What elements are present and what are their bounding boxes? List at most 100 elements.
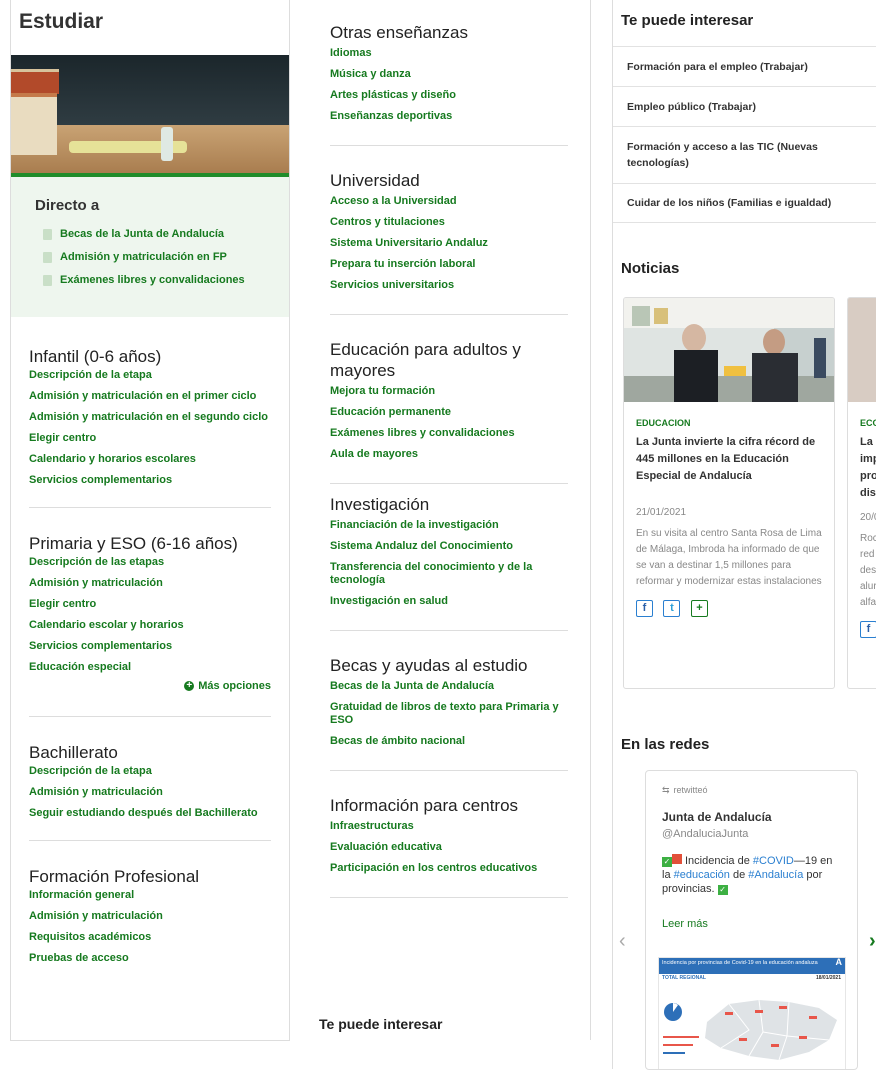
link[interactable]: Sistema Universitario Andaluz: [330, 237, 575, 250]
link[interactable]: Prepara tu inserción laboral: [330, 258, 575, 271]
tweet-image[interactable]: Incidencia por provincias de Covid-19 en…: [658, 957, 846, 1069]
link[interactable]: Admisión y matriculación: [29, 786, 271, 799]
section-heading: Información para centros: [330, 796, 519, 815]
section-heading: Infantil (0-6 años): [29, 347, 162, 366]
hashtag-link[interactable]: #educación: [674, 869, 730, 881]
section-infantil: Infantil (0-6 años) Descripción de la et…: [11, 347, 289, 487]
link[interactable]: Evaluación educativa: [330, 841, 575, 854]
junta-logo-icon: A: [835, 957, 843, 967]
link[interactable]: Sistema Andaluz del Conocimiento: [330, 540, 575, 553]
link[interactable]: Gratuidad de libros de texto para Primar…: [330, 701, 575, 727]
link[interactable]: Servicios complementarios: [29, 640, 271, 653]
news-date: 21/01/2021: [636, 507, 687, 518]
interesar-item[interactable]: Formación y acceso a las TIC (Nuevas tec…: [613, 126, 876, 183]
link[interactable]: Exámenes libres y convalidaciones: [330, 427, 575, 440]
link[interactable]: Becas de la Junta de Andalucía: [330, 680, 575, 693]
check-emoji-icon: ✓: [717, 885, 728, 895]
document-icon: [43, 251, 52, 263]
directo-link-becas[interactable]: Becas de la Junta de Andalucía: [43, 228, 289, 240]
directo-link-examenes[interactable]: Exámenes libres y convalidaciones: [43, 274, 289, 286]
link[interactable]: Transferencia del conocimiento y de la t…: [330, 561, 575, 587]
link[interactable]: Infraestructuras: [330, 820, 575, 833]
carousel-prev-arrow[interactable]: ‹: [619, 930, 626, 953]
school-emoji-icon: [672, 854, 682, 864]
more-topics-column: Otras enseñanzas Idiomas Música y danza …: [315, 0, 591, 1040]
news-title-line: imp: [860, 453, 876, 465]
link[interactable]: Admisión y matriculación: [29, 577, 271, 590]
link[interactable]: Enseñanzas deportivas: [330, 110, 575, 123]
facebook-share-icon[interactable]: f: [636, 600, 653, 617]
link[interactable]: Pruebas de acceso: [29, 952, 271, 965]
carousel-next-arrow[interactable]: ›: [869, 930, 876, 953]
tweet-author-name[interactable]: Junta de Andalucía: [662, 810, 843, 824]
link[interactable]: Elegir centro: [29, 598, 271, 611]
link[interactable]: Educación especial: [29, 661, 271, 674]
news-photo: [624, 298, 834, 402]
add-share-icon[interactable]: +: [690, 600, 708, 617]
leer-mas-link[interactable]: Leer más: [662, 918, 843, 930]
tweet-text: ✓ Incidencia de #COVID—19 en la #educació…: [662, 854, 833, 895]
link[interactable]: Admisión y matriculación en el segundo c…: [29, 411, 271, 424]
link[interactable]: Investigación en salud: [330, 595, 575, 608]
divider: [330, 483, 568, 484]
link[interactable]: Requisitos académicos: [29, 931, 271, 944]
link[interactable]: Descripción de la etapa: [29, 765, 271, 778]
divider: [330, 897, 568, 898]
interesar-heading: Te puede interesar: [621, 12, 754, 29]
link[interactable]: Descripción de la etapa: [29, 369, 271, 382]
link[interactable]: Financiación de la investigación: [330, 519, 575, 532]
link[interactable]: Calendario y horarios escolares: [29, 453, 271, 466]
link[interactable]: Calendario escolar y horarios: [29, 619, 271, 632]
link[interactable]: Servicios universitarios: [330, 279, 575, 292]
link[interactable]: Información general: [29, 889, 271, 902]
news-date: 20/0: [860, 512, 876, 523]
section-primaria: Primaria y ESO (6-16 años) Descripción d…: [11, 534, 289, 692]
link[interactable]: Servicios complementarios: [29, 474, 271, 487]
link[interactable]: Descripción de las etapas: [29, 556, 271, 569]
link[interactable]: Aula de mayores: [330, 448, 575, 461]
retweet-icon: ⇆: [662, 785, 670, 795]
tweet-image-title: Incidencia por provincias de Covid-19 en…: [662, 960, 818, 966]
news-card-partial[interactable]: ECO La E imp pro dist 20/0 Roc red des a…: [847, 297, 876, 689]
news-title-line: La E: [860, 436, 876, 448]
directo-link-admision-fp[interactable]: Admisión y matriculación en FP: [43, 251, 289, 263]
interesar-item[interactable]: Empleo público (Trabajar): [613, 86, 876, 126]
interesar-item[interactable]: Cuidar de los niños (Familias e igualdad…: [613, 183, 876, 223]
tweet-author-handle[interactable]: @AndaluciaJunta: [662, 828, 843, 840]
news-title-line: dist: [860, 487, 876, 499]
news-card[interactable]: EDUCACION La Junta invierte la cifra réc…: [623, 297, 835, 689]
hashtag-link[interactable]: #COVID: [753, 855, 794, 867]
link[interactable]: Admisión y matriculación: [29, 910, 271, 923]
section-heading: Bachillerato: [29, 743, 118, 762]
news-title[interactable]: La Junta invierte la cifra récord de 445…: [636, 434, 822, 485]
section-fp: Formación Profesional Información genera…: [11, 867, 289, 965]
news-desc-line: alfa: [860, 597, 876, 608]
document-icon: [43, 274, 52, 286]
link[interactable]: Música y danza: [330, 68, 575, 81]
twitter-share-icon[interactable]: t: [663, 600, 681, 617]
link[interactable]: Idiomas: [330, 47, 575, 60]
link[interactable]: Participación en los centros educativos: [330, 862, 575, 875]
divider: [330, 314, 568, 315]
facebook-share-icon[interactable]: f: [860, 621, 876, 638]
link[interactable]: Centros y titulaciones: [330, 216, 575, 229]
link[interactable]: Mejora tu formación: [330, 385, 575, 398]
news-title-line: pro: [860, 470, 876, 482]
section-investigacion: Investigación Financiación de la investi…: [315, 494, 590, 608]
link[interactable]: Educación permanente: [330, 406, 575, 419]
link[interactable]: Becas de ámbito nacional: [330, 735, 575, 748]
award-icon: [43, 228, 52, 240]
link[interactable]: Acceso a la Universidad: [330, 195, 575, 208]
estudiar-column: Estudiar Directo a Becas de la Junta de …: [10, 0, 290, 1041]
more-options-button[interactable]: + Más opciones: [29, 680, 271, 692]
link[interactable]: Admisión y matriculación en el primer ci…: [29, 390, 271, 403]
news-desc-line: alur: [860, 581, 876, 592]
link[interactable]: Seguir estudiando después del Bachillera…: [29, 807, 271, 820]
link[interactable]: Artes plásticas y diseño: [330, 89, 575, 102]
hashtag-link[interactable]: #Andalucía: [748, 869, 803, 881]
section-heading: Becas y ayudas al estudio: [330, 656, 528, 675]
section-adultos: Educación para adultos y mayores Mejora …: [315, 339, 590, 461]
link[interactable]: Elegir centro: [29, 432, 271, 445]
interesar-item[interactable]: Formación para el empleo (Trabajar): [613, 46, 876, 86]
page-title: Estudiar: [19, 10, 104, 33]
